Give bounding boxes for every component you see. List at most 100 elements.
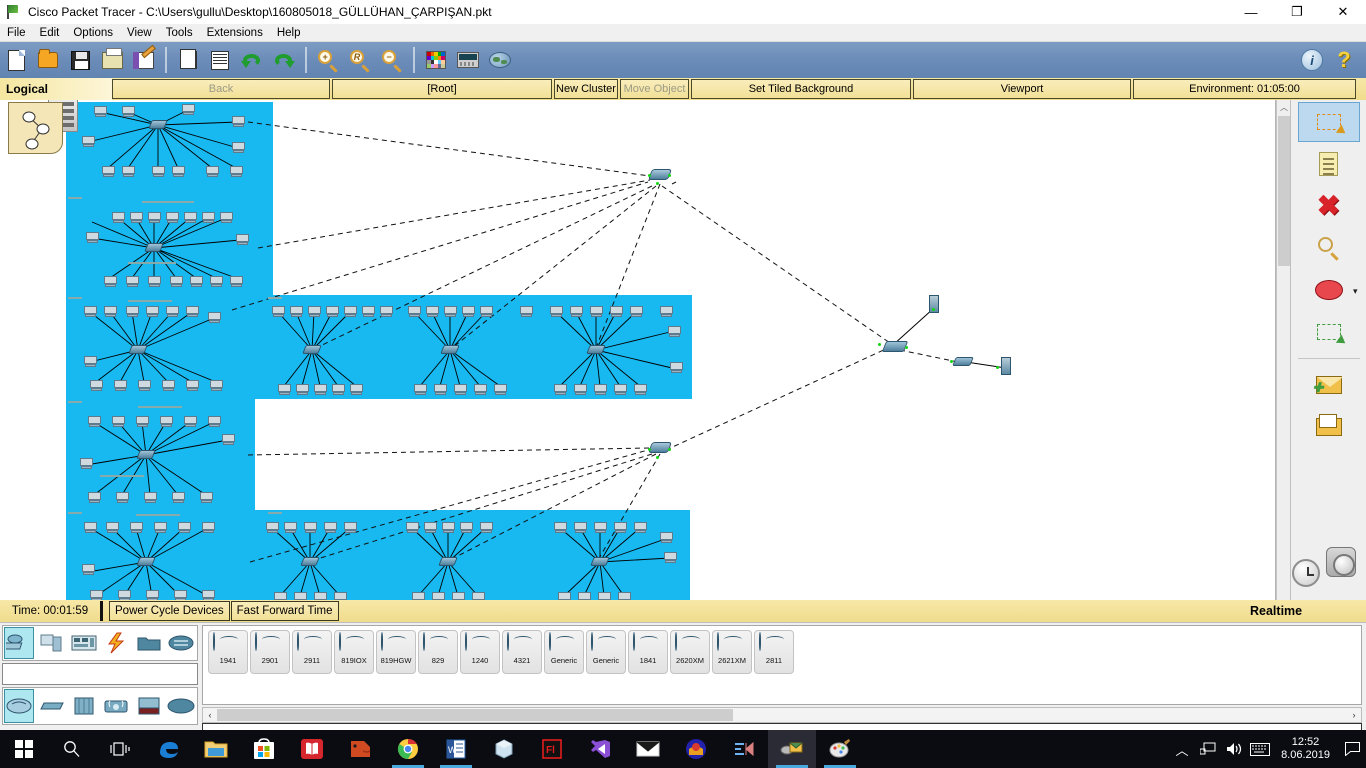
- pc-node[interactable]: [222, 434, 235, 445]
- pc-node[interactable]: [664, 552, 677, 563]
- device-model-item[interactable]: 2911: [292, 630, 332, 674]
- microsoft-store-icon[interactable]: [240, 730, 288, 768]
- navigation-overview-map[interactable]: [8, 102, 63, 154]
- scroll-thumb[interactable]: [1278, 116, 1290, 266]
- viewport-button[interactable]: Viewport: [913, 79, 1131, 99]
- device-model-item[interactable]: 829: [418, 630, 458, 674]
- pc-node[interactable]: [408, 306, 421, 317]
- pc-node[interactable]: [294, 592, 307, 600]
- network-icon[interactable]: [1195, 730, 1221, 768]
- root-button[interactable]: [Root]: [332, 79, 552, 99]
- device-model-item[interactable]: 819HGW: [376, 630, 416, 674]
- device-model-item[interactable]: 2901: [250, 630, 290, 674]
- pc-node[interactable]: [170, 276, 183, 287]
- power-cycle-devices-button[interactable]: Power Cycle Devices: [109, 601, 230, 621]
- pc-node[interactable]: [130, 522, 143, 533]
- pc-node[interactable]: [146, 590, 159, 600]
- pc-node[interactable]: [230, 276, 243, 287]
- environment-button[interactable]: Environment: 01:05:00: [1133, 79, 1356, 99]
- pc-node[interactable]: [290, 306, 303, 317]
- pc-node[interactable]: [200, 492, 213, 503]
- device-model-list[interactable]: 1941 2901 2911 819IOX 819HGW 829 1240 43…: [202, 625, 1362, 705]
- zoom-in-button[interactable]: +: [313, 45, 343, 75]
- pc-node[interactable]: [344, 522, 357, 533]
- media-icon[interactable]: [720, 730, 768, 768]
- pc-node[interactable]: [424, 522, 437, 533]
- pc-node[interactable]: [324, 522, 337, 533]
- device-category-multiuser[interactable]: [166, 627, 196, 659]
- pc-node[interactable]: [554, 384, 567, 395]
- books-icon[interactable]: [288, 730, 336, 768]
- activity-wizard-button[interactable]: [129, 45, 159, 75]
- pc-node[interactable]: [80, 458, 93, 469]
- device-model-item[interactable]: Generic: [586, 630, 626, 674]
- pc-node[interactable]: [174, 590, 187, 600]
- chevron-down-icon[interactable]: ▾: [1353, 286, 1358, 297]
- pc-node[interactable]: [118, 590, 131, 600]
- menu-view[interactable]: View: [120, 26, 159, 40]
- pc-node[interactable]: [208, 416, 221, 427]
- pc-node[interactable]: [432, 592, 445, 600]
- device-scroll-thumb[interactable]: [217, 709, 733, 721]
- pc-node[interactable]: [660, 306, 673, 317]
- mode-toggle-group[interactable]: [1286, 545, 1358, 593]
- pc-node[interactable]: [154, 522, 167, 533]
- pc-node[interactable]: [474, 384, 487, 395]
- pc-node[interactable]: [314, 592, 327, 600]
- paste-button[interactable]: [205, 45, 235, 75]
- print-button[interactable]: [97, 45, 127, 75]
- pc-node[interactable]: [362, 306, 375, 317]
- device-model-item[interactable]: 2621XM: [712, 630, 752, 674]
- file-explorer-icon[interactable]: [192, 730, 240, 768]
- pc-node[interactable]: [272, 306, 285, 317]
- pc-node[interactable]: [160, 416, 173, 427]
- pc-node[interactable]: [210, 276, 223, 287]
- pc-node[interactable]: [308, 306, 321, 317]
- pc-node[interactable]: [112, 212, 125, 223]
- scroll-right-arrow[interactable]: ›: [1347, 708, 1361, 722]
- device-model-item[interactable]: 4321: [502, 630, 542, 674]
- pc-node[interactable]: [104, 276, 117, 287]
- pc-node[interactable]: [166, 306, 179, 317]
- close-button[interactable]: ✕: [1320, 0, 1366, 24]
- pc-node[interactable]: [574, 522, 587, 533]
- menu-edit[interactable]: Edit: [33, 26, 67, 40]
- device-list-horizontal-scrollbar[interactable]: ‹ ›: [202, 707, 1362, 723]
- set-tiled-background-button[interactable]: Set Tiled Background: [691, 79, 911, 99]
- pc-node[interactable]: [86, 232, 99, 243]
- pc-node[interactable]: [594, 522, 607, 533]
- pc-node[interactable]: [202, 522, 215, 533]
- pc-node[interactable]: [208, 312, 221, 323]
- pc-node[interactable]: [284, 522, 297, 533]
- scroll-left-arrow[interactable]: ‹: [203, 708, 217, 722]
- flash-icon[interactable]: Fl: [528, 730, 576, 768]
- device-model-item[interactable]: 1240: [460, 630, 500, 674]
- pc-node[interactable]: [206, 166, 219, 177]
- pc-node[interactable]: [144, 492, 157, 503]
- new-file-button[interactable]: [1, 45, 31, 75]
- pc-node[interactable]: [670, 362, 683, 373]
- pc-node[interactable]: [148, 276, 161, 287]
- pc-node[interactable]: [230, 166, 243, 177]
- pc-node[interactable]: [84, 356, 97, 367]
- pc-node[interactable]: [88, 492, 101, 503]
- pc-node[interactable]: [304, 522, 317, 533]
- pc-node[interactable]: [634, 522, 647, 533]
- device-category-connections[interactable]: [101, 627, 131, 659]
- pc-node[interactable]: [610, 306, 623, 317]
- pc-node[interactable]: [202, 590, 215, 600]
- minimize-button[interactable]: —: [1228, 0, 1274, 24]
- inspect-tool-button[interactable]: [1298, 228, 1360, 268]
- pc-node[interactable]: [480, 522, 493, 533]
- pc-node[interactable]: [462, 306, 475, 317]
- pc-node[interactable]: [90, 380, 103, 391]
- pc-node[interactable]: [112, 416, 125, 427]
- pc-node[interactable]: [186, 380, 199, 391]
- device-model-item[interactable]: 819IOX: [334, 630, 374, 674]
- draw-shape-tool-button[interactable]: ▾: [1298, 270, 1360, 310]
- pc-node[interactable]: [278, 384, 291, 395]
- pc-node[interactable]: [574, 384, 587, 395]
- pc-node[interactable]: [122, 166, 135, 177]
- simulation-mode-icon[interactable]: [1326, 547, 1356, 577]
- word-icon[interactable]: W: [432, 730, 480, 768]
